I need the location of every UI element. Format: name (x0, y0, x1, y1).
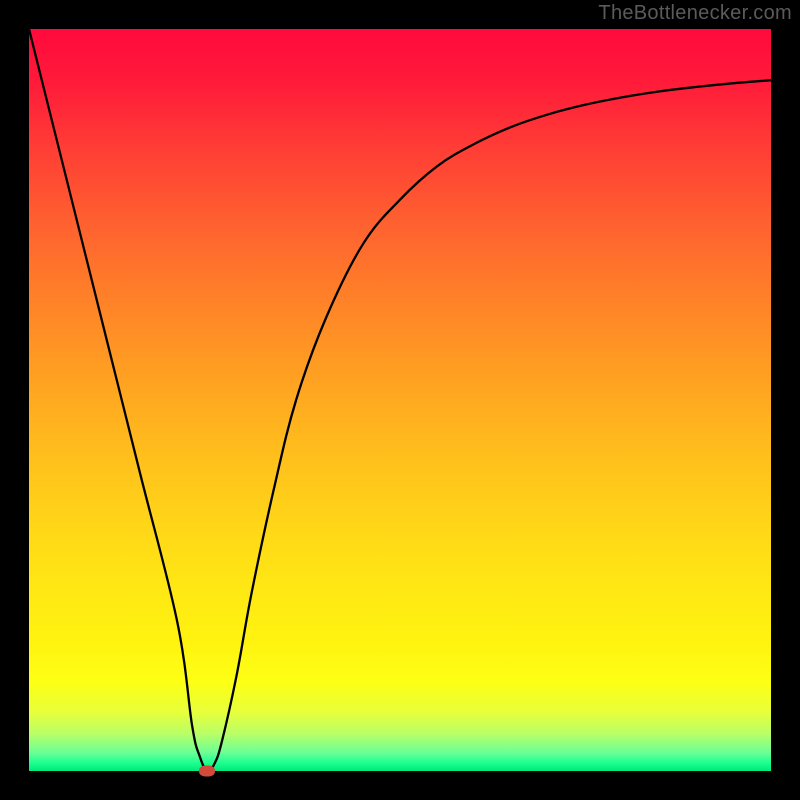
plot-area (29, 29, 771, 771)
curve-svg (29, 29, 771, 771)
bottleneck-curve-path (29, 29, 771, 771)
watermark-text: TheBottlenecker.com (598, 2, 792, 25)
chart-frame: TheBottlenecker.com (0, 0, 800, 800)
optimum-marker (199, 766, 215, 777)
